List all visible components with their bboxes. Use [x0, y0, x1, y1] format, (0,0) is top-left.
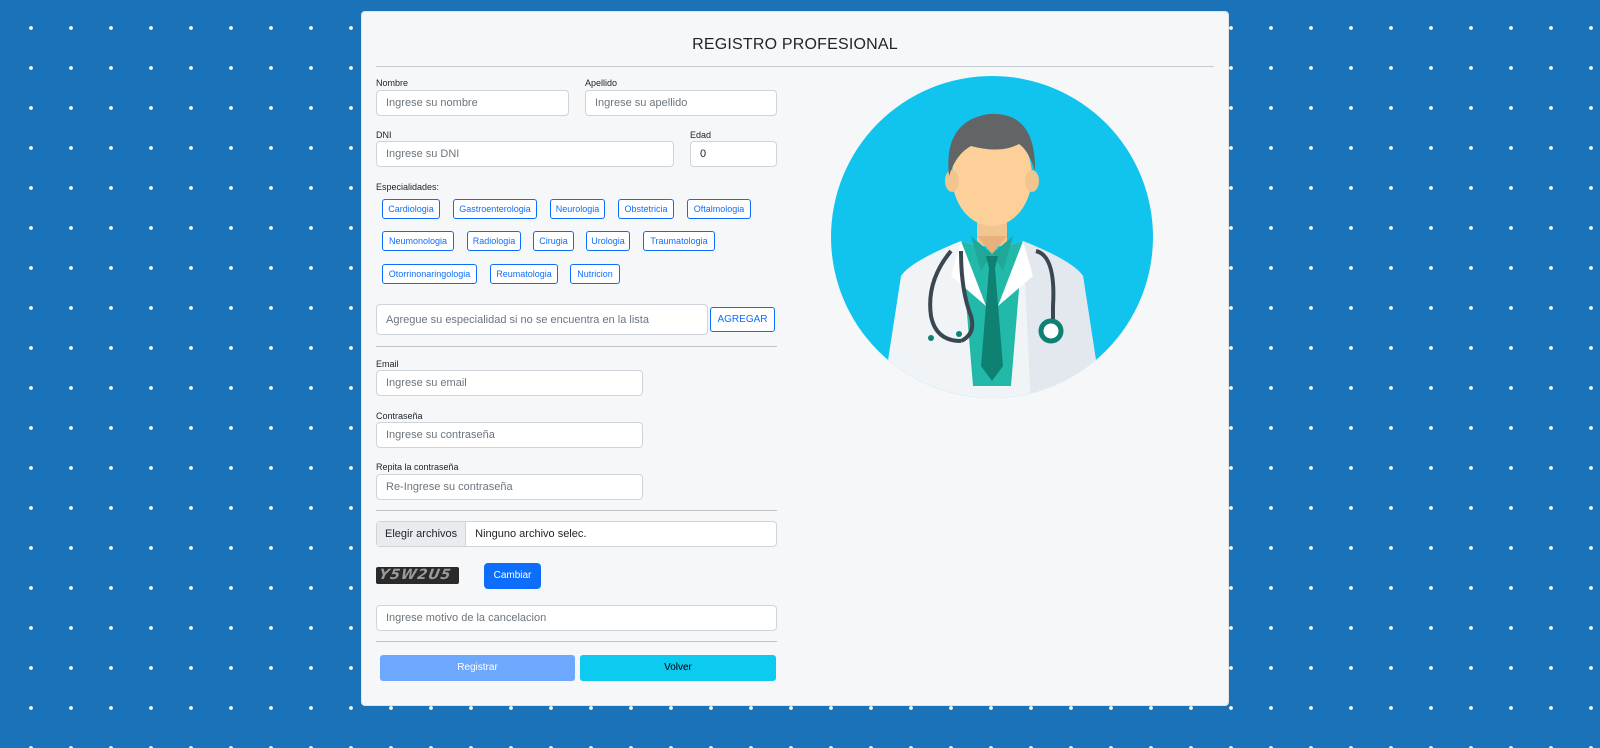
file-input[interactable]: Elegir archivos Ninguno archivo selec. [376, 521, 777, 547]
chip-otorrinonaringologia[interactable]: Otorrinonaringologia [382, 264, 477, 284]
apellido-input[interactable] [585, 90, 777, 116]
title-divider [376, 66, 1214, 67]
email-label: Email [376, 359, 399, 369]
especialidades-label: Especialidades: [376, 182, 440, 192]
chip-traumatologia[interactable]: Traumatologia [643, 231, 715, 251]
password-repeat-label: Repita la contraseña [376, 462, 459, 472]
add-especialidad-input[interactable] [376, 304, 708, 335]
choose-files-button[interactable]: Elegir archivos [377, 522, 467, 546]
edad-label: Edad [690, 130, 712, 140]
chip-radiologia[interactable]: Radiologia [467, 231, 521, 251]
captcha-input[interactable] [376, 605, 777, 631]
back-button[interactable]: Volver [580, 655, 776, 681]
dni-label: DNI [376, 130, 392, 140]
password-label: Contraseña [376, 411, 423, 421]
chip-neumonologia[interactable]: Neumonologia [382, 231, 454, 251]
chip-urologia[interactable]: Urologia [586, 231, 630, 251]
chip-nutricion[interactable]: Nutricion [570, 264, 620, 284]
dni-input[interactable] [376, 141, 674, 167]
password-field[interactable] [376, 422, 643, 448]
email-field[interactable] [376, 370, 643, 396]
page-title: REGISTRO PROFESIONAL [692, 36, 898, 53]
chip-cirugia[interactable]: Cirugia [533, 231, 574, 251]
nombre-input[interactable] [376, 90, 569, 116]
captcha-text: Y5W2U5 [377, 567, 453, 583]
chip-oftalmologia[interactable]: Oftalmologia [687, 199, 751, 219]
registration-card: REGISTRO PROFESIONAL Nombre Apellido DNI… [361, 11, 1229, 706]
register-button[interactable]: Registrar [380, 655, 575, 681]
doctor-avatar-icon [831, 76, 1153, 398]
apellido-label: Apellido [585, 78, 618, 88]
edad-input[interactable] [690, 141, 777, 167]
chip-reumatologia[interactable]: Reumatologia [490, 264, 558, 284]
chip-obstetricia[interactable]: Obstetricia [618, 199, 674, 219]
divider [376, 641, 777, 642]
change-captcha-button[interactable]: Cambiar [484, 563, 541, 589]
agregar-button[interactable]: AGREGAR [710, 307, 775, 332]
file-status: Ninguno archivo selec. [475, 528, 587, 540]
divider [376, 346, 777, 347]
captcha-image: Y5W2U5 [376, 567, 459, 584]
chip-neurologia[interactable]: Neurologia [550, 199, 605, 219]
nombre-label: Nombre [376, 78, 409, 88]
chip-cardiologia[interactable]: Cardiologia [382, 199, 440, 219]
chip-gastroenterologia[interactable]: Gastroenterologia [453, 199, 537, 219]
password-repeat-field[interactable] [376, 474, 643, 500]
divider [376, 510, 777, 511]
